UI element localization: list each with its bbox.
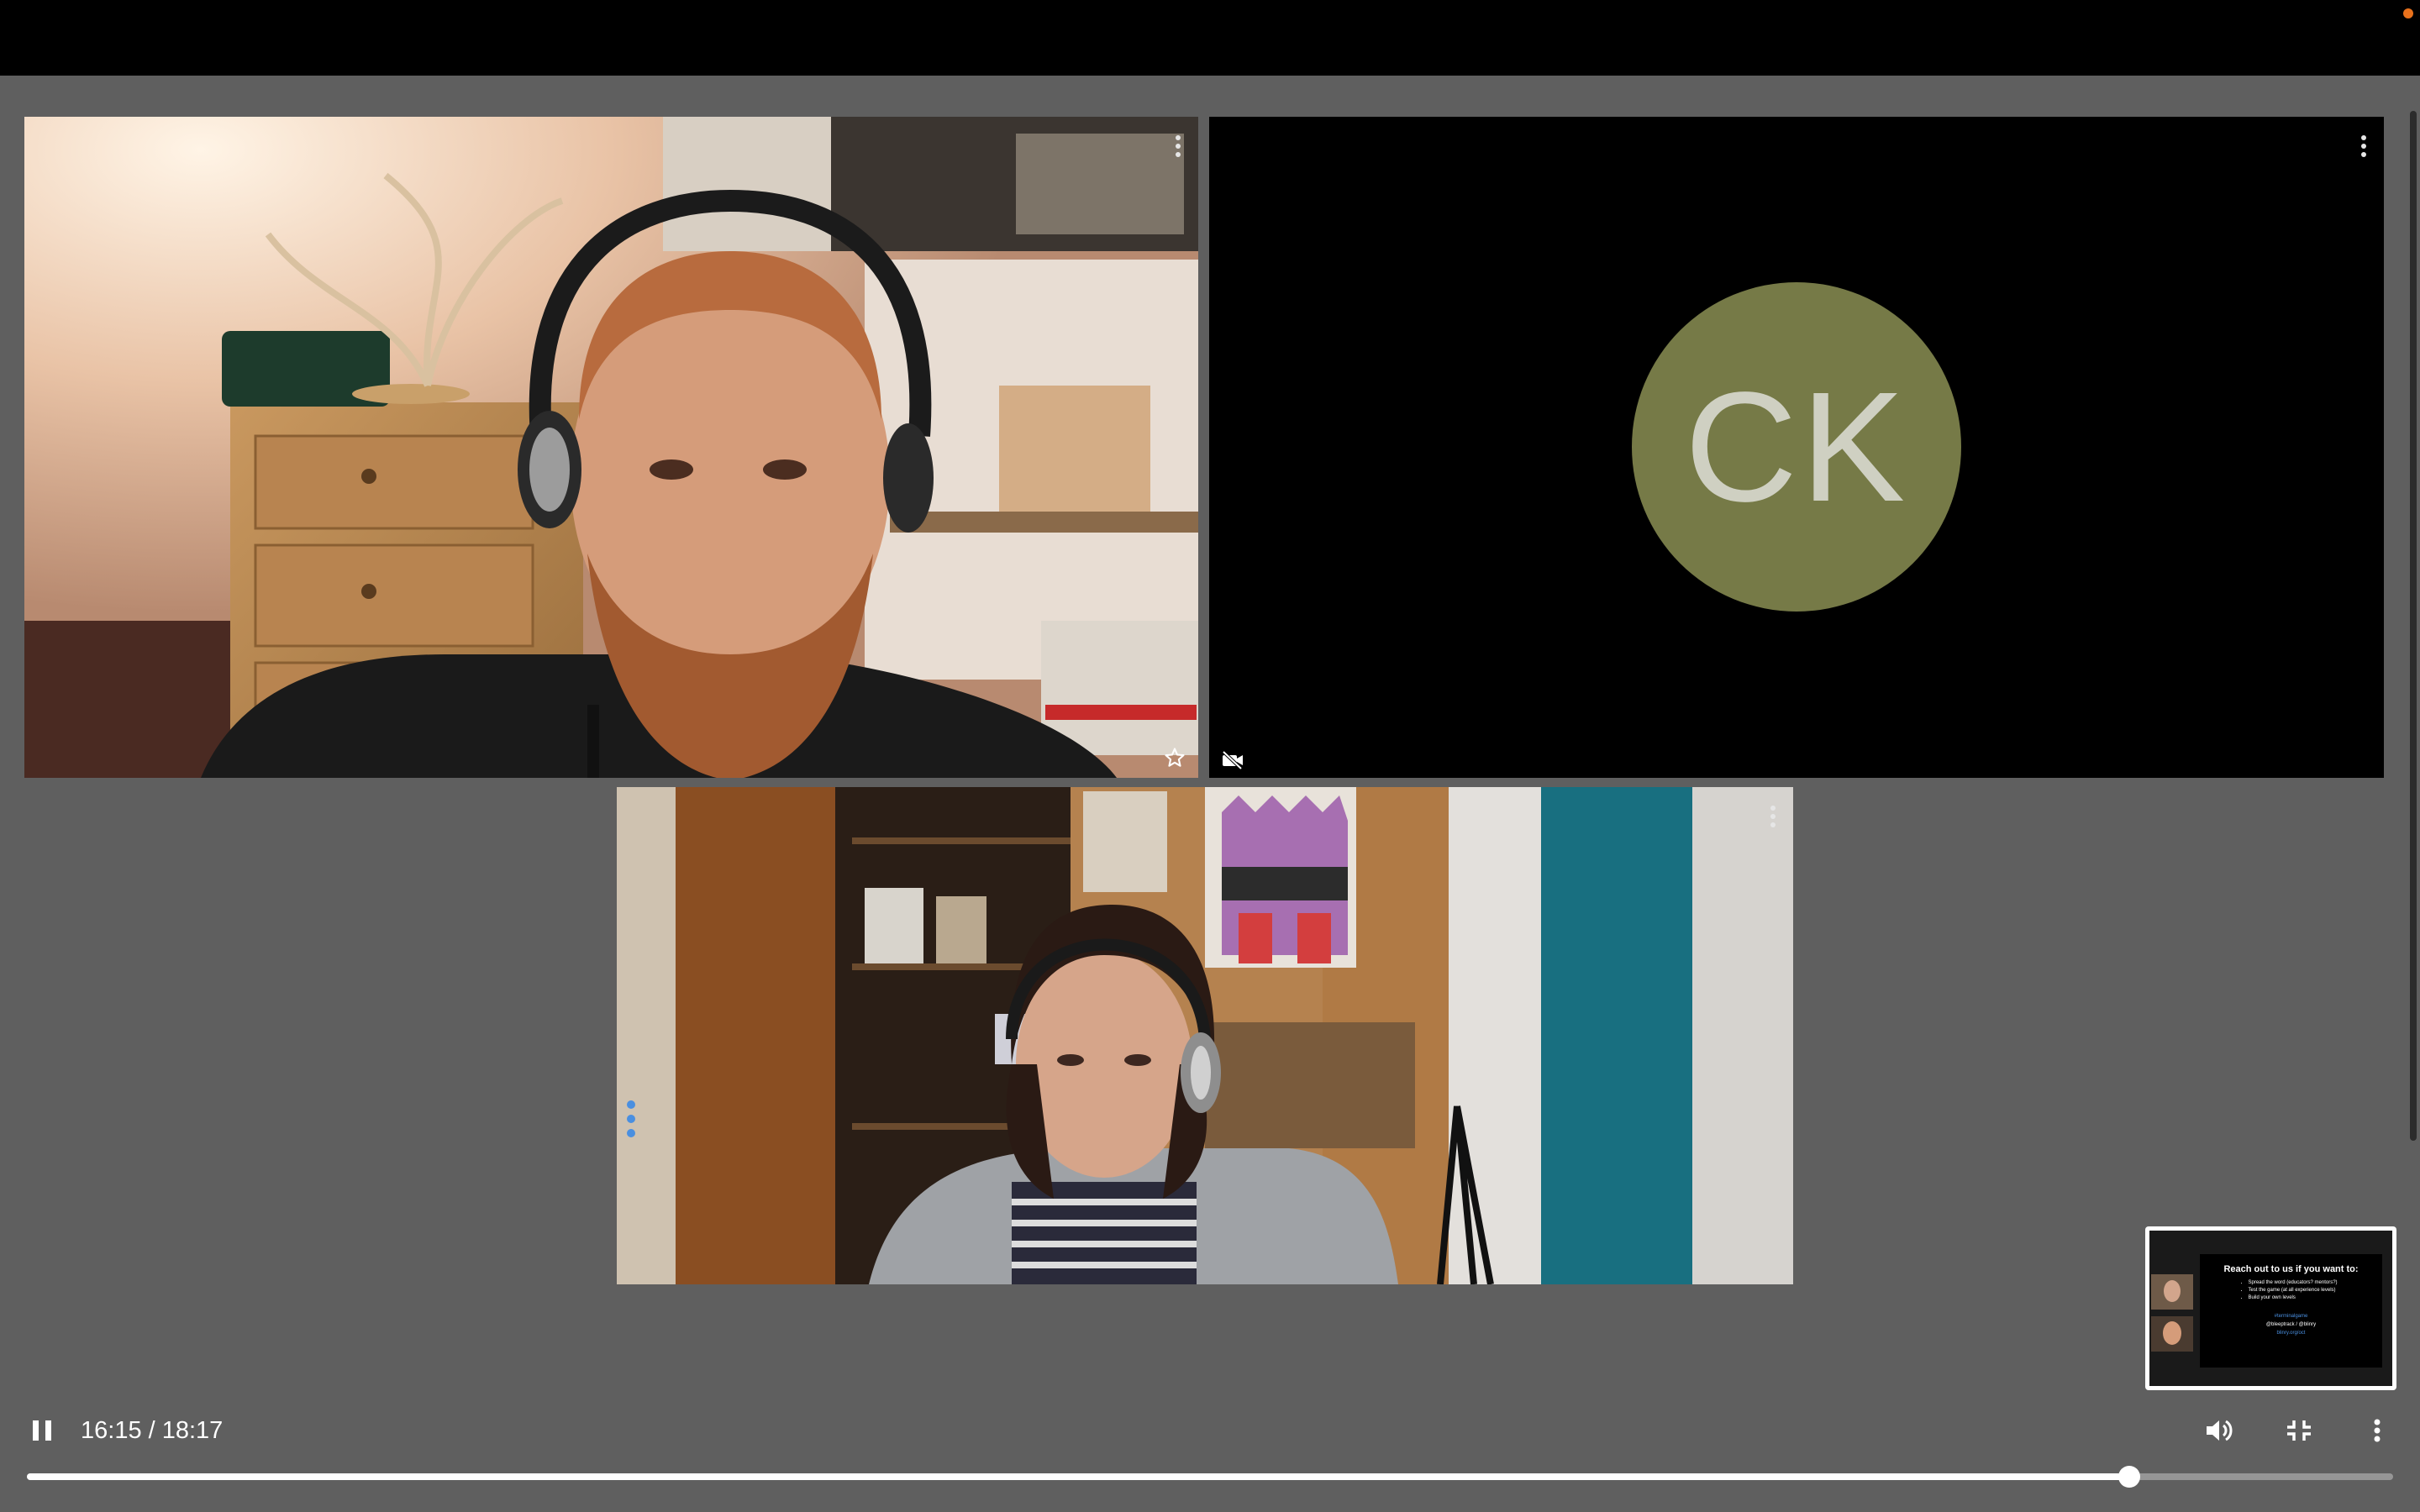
pip-preview-content: Reach out to us if you want to: Spread t… (2149, 1231, 2392, 1386)
avatar-initials: CK (1684, 360, 1909, 534)
seek-bar-handle[interactable] (2118, 1466, 2140, 1488)
tile-3-menu-button[interactable] (1765, 802, 1781, 831)
pause-icon[interactable] (25, 1414, 59, 1447)
more-vert-icon[interactable] (2365, 1414, 2390, 1447)
pip-participant-thumbnails (2151, 1274, 2193, 1352)
recording-indicator (2403, 8, 2413, 18)
video-tile-participant-1[interactable] (24, 117, 1198, 778)
pip-preview[interactable]: Reach out to us if you want to: Spread t… (2145, 1226, 2396, 1390)
tile-1-menu-button[interactable] (1170, 132, 1186, 160)
camera-off-icon (1222, 751, 1243, 769)
pip-slide-list: Spread the word (educators? mentors?) Te… (2242, 1279, 2341, 1302)
top-bar (0, 0, 2420, 76)
speaking-indicator-icon (627, 1100, 635, 1137)
pip-slide-bullet: Build your own levels (2249, 1294, 2341, 1302)
participant-3-video (617, 787, 1793, 1284)
star-icon[interactable] (1163, 746, 1186, 769)
seek-bar-played (27, 1473, 2129, 1480)
pip-slide-bullet: Test the game (at all experience levels) (2249, 1287, 2341, 1294)
tile-2-menu-button[interactable] (2355, 132, 2372, 160)
pip-slide-heading: Reach out to us if you want to: (2223, 1264, 2359, 1274)
avatar: CK (1632, 282, 1961, 612)
pip-slide-bullet: Spread the word (educators? mentors?) (2249, 1279, 2341, 1287)
player-controls: 16:15 / 18:17 (0, 1407, 2420, 1512)
pip-slide-link: #terminalgame (2274, 1314, 2308, 1319)
time-display: 16:15 / 18:17 (81, 1417, 224, 1444)
scrollbar[interactable] (2410, 111, 2417, 1141)
pip-slide: Reach out to us if you want to: Spread t… (2200, 1254, 2382, 1368)
pip-slide-link: blinry.org/oct (2276, 1331, 2306, 1336)
pip-slide-handles: @bleeptrack / @blinry (2265, 1322, 2317, 1327)
seek-bar[interactable] (27, 1466, 2393, 1488)
volume-icon[interactable] (2202, 1414, 2238, 1447)
exit-fullscreen-icon[interactable] (2281, 1414, 2317, 1447)
video-tile-participant-3[interactable] (617, 787, 1793, 1284)
participant-1-video (24, 117, 1198, 778)
video-tile-participant-2[interactable]: CK (1209, 117, 2384, 778)
